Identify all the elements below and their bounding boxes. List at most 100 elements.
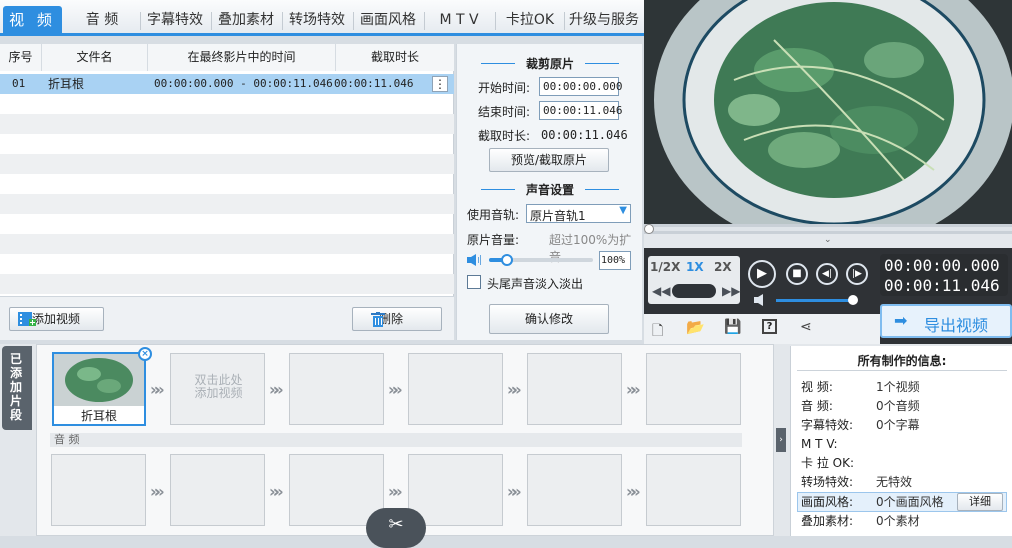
row-time-range: 00:00:00.000 - 00:00:11.046	[154, 77, 333, 90]
empty-clip-slot[interactable]	[527, 353, 622, 425]
sound-section-title: 声音设置	[525, 183, 574, 197]
prev-frame-icon[interactable]: ◀|	[816, 263, 838, 285]
export-video-button[interactable]: ➡ 导出视频	[880, 304, 1012, 338]
tab-karaoke[interactable]: 卡拉OK	[497, 6, 563, 34]
end-time-label: 结束时间:	[478, 105, 531, 119]
table-row[interactable]: 01 折耳根 00:00:00.000 - 00:00:11.046 00:00…	[0, 74, 454, 94]
audio-slot[interactable]	[51, 454, 146, 526]
fade-label: 头尾声音淡入淡出	[487, 277, 584, 291]
trash-icon	[371, 312, 385, 327]
volume-slider-thumb[interactable]	[501, 254, 513, 266]
delete-button[interactable]: 删除	[352, 307, 442, 331]
film-add-icon	[18, 312, 36, 326]
transition-arrow-icon[interactable]: »»	[507, 380, 521, 399]
new-file-icon[interactable]: 🗋	[652, 320, 663, 344]
transition-arrow-icon[interactable]: »»	[507, 482, 521, 501]
rewind-icon[interactable]: ◀◀	[652, 284, 670, 298]
progress-track-area	[644, 224, 1012, 234]
stop-icon[interactable]: ■	[786, 263, 808, 285]
tab-bar: 视 频 音 频 字幕特效 叠加素材 转场特效 画面风格 M T V 卡拉OK 升…	[0, 0, 644, 36]
start-time-input[interactable]: 00:00:00.000	[539, 77, 622, 96]
empty-clip-slot[interactable]	[408, 353, 503, 425]
add-video-button[interactable]: 添加视频	[9, 307, 104, 331]
more-icon[interactable]: ⋮	[432, 76, 448, 92]
fade-checkbox[interactable]	[467, 275, 481, 289]
player-volume-slider[interactable]	[776, 299, 856, 302]
tab-overlay[interactable]: 叠加素材	[213, 6, 279, 34]
tab-mtv[interactable]: M T V	[426, 6, 492, 34]
tab-audio[interactable]: 音 频	[68, 6, 136, 34]
remove-clip-icon[interactable]: ×	[138, 347, 152, 361]
tab-transition[interactable]: 转场特效	[284, 6, 350, 34]
transition-arrow-icon[interactable]: »»	[150, 380, 164, 399]
fast-forward-icon[interactable]: ▶▶	[722, 284, 740, 298]
added-clips-tab[interactable]: 已添加片段	[2, 346, 32, 430]
volume-slider[interactable]	[489, 254, 593, 266]
play-icon[interactable]: ▶	[748, 260, 776, 288]
video-preview	[644, 0, 1012, 224]
add-video-slot[interactable]: 双击此处 添加视频	[170, 353, 265, 425]
transition-arrow-icon[interactable]: »»	[269, 482, 283, 501]
confirm-changes-button[interactable]: 确认修改	[489, 304, 609, 334]
info-label: M T V:	[801, 437, 838, 451]
col-header-filename[interactable]: 文件名	[42, 44, 148, 71]
progress-thumb[interactable]	[644, 224, 654, 234]
info-label: 叠加素材:	[801, 514, 854, 528]
expand-panel-icon[interactable]: ›	[776, 428, 786, 452]
clip-thumbnail[interactable]: 折耳根 ×	[52, 347, 152, 426]
col-header-time[interactable]: 在最终影片中的时间	[148, 44, 336, 71]
transition-arrow-icon[interactable]: »»	[626, 380, 640, 399]
empty-clip-slot[interactable]	[289, 353, 384, 425]
audio-track-label: 使用音轨:	[467, 208, 520, 222]
info-label: 视 频:	[801, 380, 833, 394]
preview-clip-button[interactable]: 预览/截取原片	[489, 148, 609, 172]
cut-scissors-icon[interactable]: ✂	[366, 508, 426, 548]
production-info-panel: 所有制作的信息: 视 频: 1个视频 音 频: 0个音频 字幕特效: 0个字幕 …	[790, 346, 1012, 536]
transition-arrow-icon[interactable]: »»	[388, 482, 402, 501]
transition-arrow-icon[interactable]: »»	[626, 482, 640, 501]
detail-button[interactable]: 详细	[957, 493, 1003, 511]
tab-upgrade[interactable]: 升级与服务	[566, 6, 642, 34]
audio-slot[interactable]	[527, 454, 622, 526]
col-header-index[interactable]: 序号	[0, 44, 42, 71]
player-volume-thumb[interactable]	[848, 295, 858, 305]
tab-video[interactable]: 视 频	[3, 6, 62, 34]
clip-settings-panel: 裁剪原片 开始时间: 00:00:00.000 结束时间: 00:00:11.0…	[456, 44, 642, 340]
open-folder-icon[interactable]: 📂	[686, 318, 705, 336]
speed-1x[interactable]: 1X	[686, 260, 704, 274]
player-volume-icon[interactable]	[754, 294, 770, 306]
info-value: 0个画面风格	[876, 495, 944, 509]
col-header-duration[interactable]: 截取时长	[336, 44, 454, 71]
save-icon[interactable]: 💾	[724, 319, 741, 335]
tab-subtitle[interactable]: 字幕特效	[142, 6, 208, 34]
info-label: 卡 拉 OK:	[801, 456, 854, 470]
audio-track-select[interactable]: 原片音轨1 ▼	[526, 204, 631, 223]
audio-slot[interactable]	[408, 454, 503, 526]
row-index: 01	[12, 77, 26, 90]
clip-thumbnail-image	[54, 354, 144, 406]
end-time-input[interactable]: 00:00:11.046	[539, 101, 622, 120]
speed-half[interactable]: 1/2X	[650, 260, 680, 274]
file-toolbar: 🗋 📂 💾 ? ⋖	[644, 314, 880, 344]
audio-slot[interactable]	[646, 454, 741, 526]
tab-style[interactable]: 画面风格	[355, 6, 421, 34]
progress-bar[interactable]	[644, 227, 1012, 231]
collapse-chevron-icon[interactable]: ⌄	[824, 235, 832, 245]
info-value: 无特效	[876, 475, 913, 489]
audio-slot[interactable]	[170, 454, 265, 526]
transition-arrow-icon[interactable]: »»	[388, 380, 402, 399]
volume-label: 原片音量:	[467, 233, 520, 247]
volume-icon[interactable]	[467, 254, 483, 266]
video-frame-image	[644, 0, 1012, 224]
volume-input[interactable]: 100%	[599, 251, 631, 270]
speed-2x[interactable]: 2X	[714, 260, 732, 274]
empty-clip-slot[interactable]	[646, 353, 741, 425]
transition-arrow-icon[interactable]: »»	[150, 482, 164, 501]
info-value: 0个字幕	[876, 418, 920, 432]
next-frame-icon[interactable]: |▶	[846, 263, 868, 285]
share-icon[interactable]: ⋖	[800, 319, 812, 335]
row-filename: 折耳根	[48, 77, 85, 91]
help-icon[interactable]: ?	[762, 319, 777, 334]
transition-arrow-icon[interactable]: »»	[269, 380, 283, 399]
file-list: 序号 文件名 在最终影片中的时间 截取时长 01 折耳根 00:00:00.00…	[0, 44, 454, 296]
